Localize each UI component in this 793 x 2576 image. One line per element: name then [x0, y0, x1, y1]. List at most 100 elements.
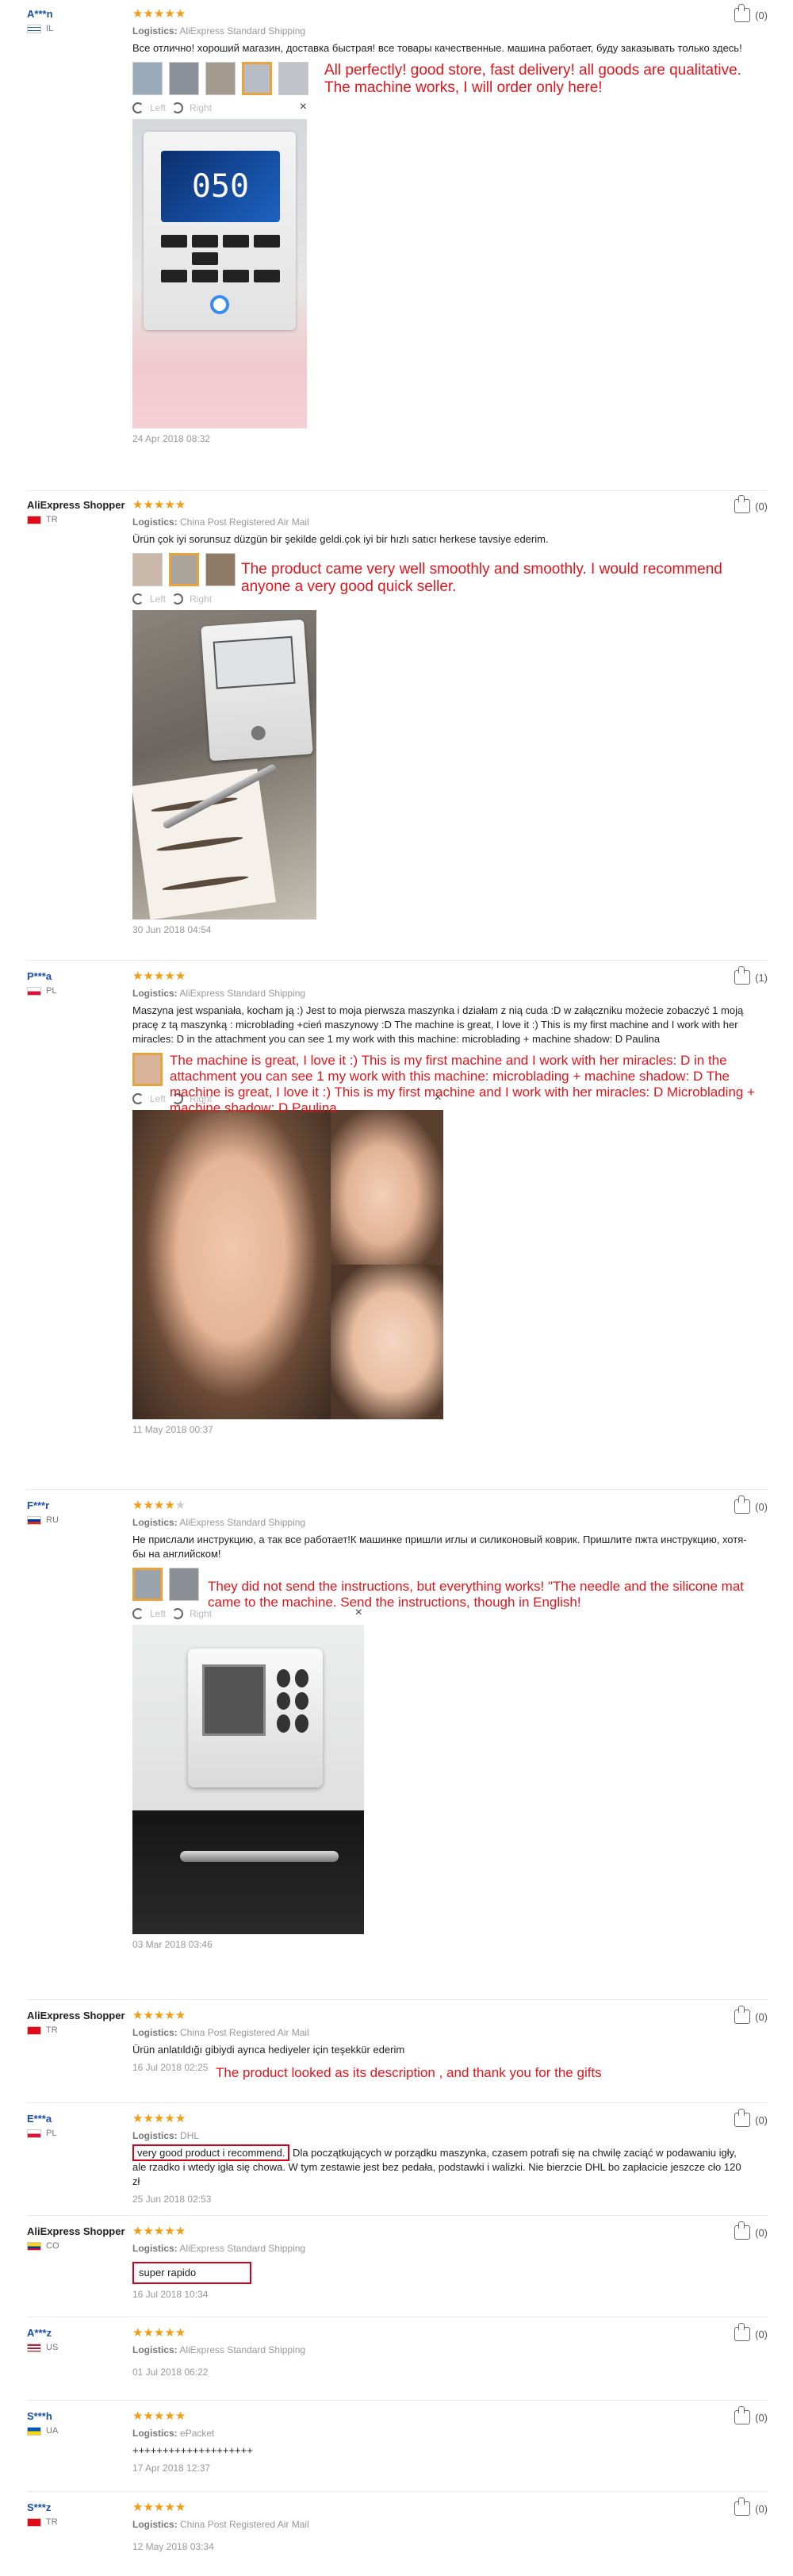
- rotate-right-icon[interactable]: [172, 102, 184, 113]
- logistics: Logistics: DHL: [132, 2130, 751, 2141]
- reviewer-name[interactable]: S***z: [27, 2501, 130, 2514]
- reviewer-country: CO: [27, 2241, 130, 2251]
- flag-us-icon: [27, 2343, 41, 2352]
- photo-thumbnail[interactable]: [169, 62, 199, 95]
- helpful-vote[interactable]: (0): [734, 2006, 768, 2024]
- reviewer-name[interactable]: P***a: [27, 970, 130, 983]
- highlighted-text: very good product i recommend.: [132, 2144, 290, 2161]
- device-buttons: [277, 1669, 308, 1733]
- country-code: PL: [46, 2129, 57, 2138]
- star-rating: ★★★★★: [132, 1499, 186, 1512]
- device-button: [295, 1669, 308, 1687]
- review-date: 01 Jul 2018 06:22: [132, 2367, 209, 2378]
- photo-thumbnail-selected[interactable]: [132, 1568, 163, 1601]
- helpful-vote[interactable]: (0): [734, 2497, 768, 2516]
- review-content: ★★★★★ Logistics: AliExpress Standard Shi…: [132, 2327, 751, 2378]
- logistics: Logistics: China Post Registered Air Mai…: [132, 2519, 751, 2530]
- review-text: Ürün anlatıldığı gibiydi ayrıca hediyele…: [132, 2044, 405, 2056]
- rotate-right-label[interactable]: Right: [190, 593, 212, 605]
- helpful-vote[interactable]: (0): [734, 2221, 768, 2240]
- rotate-left-icon[interactable]: [132, 102, 144, 113]
- helpful-count: (0): [755, 2328, 768, 2340]
- rotate-left-label[interactable]: Left: [150, 1608, 166, 1619]
- helpful-vote[interactable]: (0): [734, 2406, 768, 2424]
- logistics-label: Logistics:: [132, 2027, 178, 2038]
- helpful-vote[interactable]: (0): [734, 4, 768, 22]
- flag-tr-icon: [27, 2025, 41, 2035]
- helpful-vote[interactable]: (0): [734, 2323, 768, 2341]
- photo-thumbnail[interactable]: [205, 62, 236, 95]
- review-item: AliExpress Shopper CO ★★★★★ Logistics: A…: [27, 2215, 768, 2312]
- rotate-right-icon[interactable]: [172, 593, 184, 605]
- rotate-left-icon[interactable]: [132, 593, 144, 605]
- device-panel: [201, 619, 313, 762]
- country-code: RU: [46, 1515, 59, 1525]
- review-text: Maszyna jest wspaniała, kocham ją :) Jes…: [132, 1004, 744, 1045]
- photo-thumbnail-selected[interactable]: [242, 62, 272, 95]
- helpful-vote[interactable]: (0): [734, 1495, 768, 1514]
- helpful-count: (0): [755, 2226, 768, 2239]
- reviewer-name[interactable]: F***r: [27, 1499, 130, 1512]
- review-date: 12 May 2018 03:34: [132, 2541, 214, 2552]
- reviewer: S***h UA: [27, 2410, 130, 2436]
- translation-overlay: The product came very well smoothly and …: [241, 561, 722, 595]
- rotate-left-label[interactable]: Left: [150, 102, 166, 113]
- photo-thumbnail[interactable]: [132, 553, 163, 586]
- close-icon[interactable]: ×: [300, 100, 307, 114]
- photo-thumbnail[interactable]: [169, 1568, 199, 1601]
- rotate-left-icon[interactable]: [132, 1608, 144, 1619]
- reviewer-name[interactable]: A***z: [27, 2327, 130, 2340]
- logistics-value: DHL: [180, 2130, 200, 2141]
- device-button: [254, 270, 280, 282]
- review-photo: [132, 1110, 443, 1419]
- logistics-label: Logistics:: [132, 2344, 178, 2355]
- country-code: US: [46, 2343, 59, 2352]
- flag-tr-icon: [27, 2517, 41, 2527]
- review-item: AliExpress Shopper TR ★★★★★ Logistics: C…: [27, 490, 768, 954]
- rotate-left-label[interactable]: Left: [150, 593, 166, 605]
- reviewer-country: TR: [27, 515, 130, 524]
- country-code: TR: [46, 2025, 58, 2035]
- photo-thumbnail-selected[interactable]: [132, 1053, 163, 1086]
- thumbs-up-icon[interactable]: [734, 2221, 751, 2240]
- reviewer-name[interactable]: S***h: [27, 2410, 130, 2423]
- helpful-vote[interactable]: (0): [734, 2109, 768, 2127]
- thumbs-up-icon[interactable]: [734, 2109, 751, 2127]
- thumbs-up-icon[interactable]: [734, 2323, 751, 2341]
- power-button-icon: [251, 725, 266, 741]
- reviewer-country: PL: [27, 986, 130, 996]
- review-date: 03 Mar 2018 03:46: [132, 1939, 213, 1950]
- logistics-label: Logistics:: [132, 2519, 178, 2530]
- thumbs-up-icon[interactable]: [734, 495, 751, 513]
- device-button-gap: [254, 252, 280, 265]
- logistics: Logistics: AliExpress Standard Shipping: [132, 988, 751, 999]
- review-text: super rapido: [132, 2262, 751, 2284]
- rotate-right-label[interactable]: Right: [190, 102, 212, 113]
- logistics: Logistics: AliExpress Standard Shipping: [132, 25, 751, 36]
- thumbs-up-icon[interactable]: [734, 2497, 751, 2516]
- rotate-right-icon[interactable]: [172, 1608, 184, 1619]
- photo-thumbnail[interactable]: [205, 553, 236, 586]
- reviewer-name[interactable]: E***a: [27, 2113, 130, 2125]
- face-photo-side-top: [331, 1110, 443, 1265]
- review-text: Не прислали инструкцию, а так все работа…: [132, 1534, 747, 1560]
- helpful-vote[interactable]: (1): [734, 966, 768, 985]
- reviewer-country: PL: [27, 2129, 130, 2138]
- reviewer-country: IL: [27, 24, 130, 33]
- photo-thumbnail[interactable]: [132, 62, 163, 95]
- thumbs-up-icon[interactable]: [734, 2006, 751, 2024]
- rotate-left-icon[interactable]: [132, 1093, 144, 1104]
- star-rating: ★★★★★: [132, 7, 186, 21]
- thumbs-up-icon[interactable]: [734, 966, 751, 985]
- thumbs-up-icon[interactable]: [734, 4, 751, 22]
- photo-thumbnail[interactable]: [278, 62, 308, 95]
- helpful-count: (0): [755, 2411, 768, 2424]
- rotate-left-label[interactable]: Left: [150, 1093, 166, 1104]
- reviewer-country: US: [27, 2343, 130, 2352]
- reviewer-name[interactable]: A***n: [27, 8, 130, 21]
- helpful-vote[interactable]: (0): [734, 495, 768, 513]
- thumbs-up-icon[interactable]: [734, 1495, 751, 1514]
- thumbs-up-icon[interactable]: [734, 2406, 751, 2424]
- photo-thumbnail-selected[interactable]: [169, 553, 199, 586]
- review-photo: 050: [132, 119, 307, 428]
